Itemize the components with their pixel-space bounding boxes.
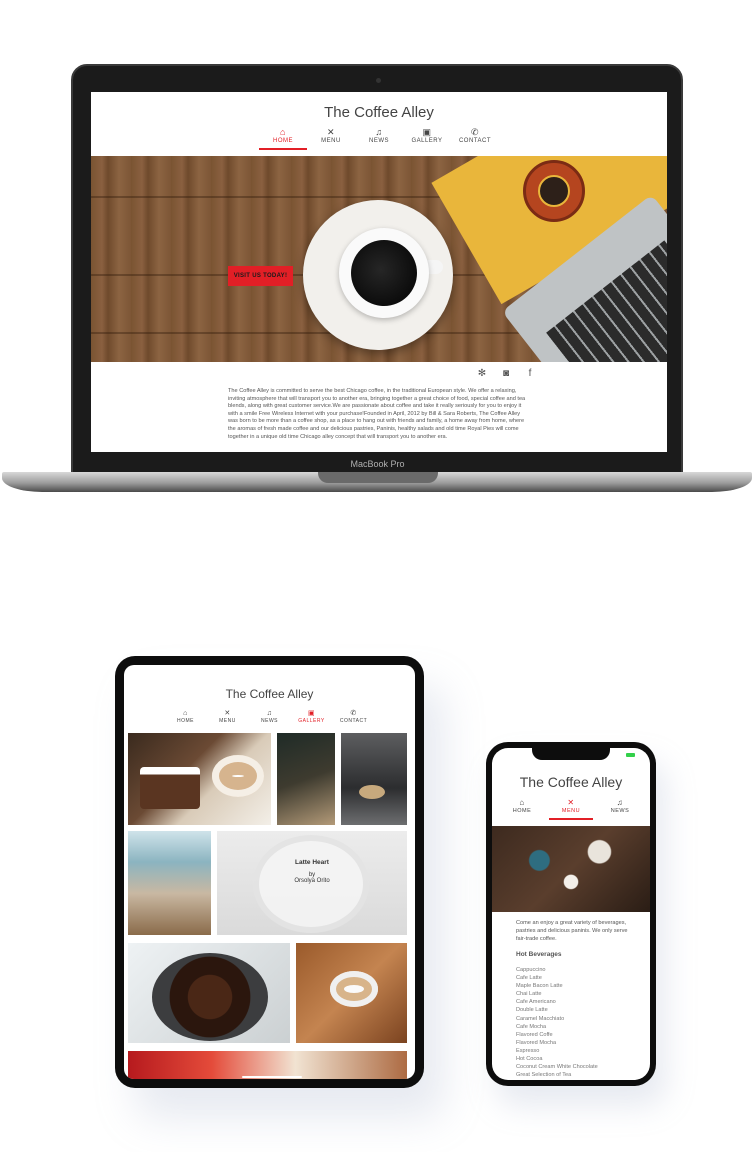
- home-icon: ⌂: [519, 798, 525, 807]
- site-title: The Coffee Alley: [324, 104, 434, 121]
- list-item: Double Latte: [516, 1007, 548, 1014]
- nav-news[interactable]: ♫ NEWS: [355, 127, 403, 150]
- tablet-nav-home-label: HOME: [177, 718, 194, 724]
- tablet-nav-gallery[interactable]: ▣ GALLERY: [291, 709, 333, 728]
- tablet-nav-contact[interactable]: ✆ CONTACT: [333, 709, 375, 728]
- yelp-icon[interactable]: ✻: [475, 368, 489, 379]
- menu-section-heading: Hot Beverages: [516, 951, 562, 958]
- gallery-photo-coffee-grinder[interactable]: [128, 943, 290, 1043]
- tablet-nav-menu[interactable]: ✕ MENU: [207, 709, 249, 728]
- list-item: Espresso: [516, 1047, 540, 1054]
- phone-nav-menu[interactable]: ✕ MENU: [549, 798, 593, 820]
- nav-menu[interactable]: ✕ MENU: [307, 127, 355, 150]
- tablet-frame: The Coffee Alley ⌂ HOME ✕ MENU ♫ NEWS ▣ …: [115, 656, 424, 1088]
- nav-contact-label: CONTACT: [458, 138, 492, 144]
- tablet-nav-news-label: NEWS: [261, 718, 278, 724]
- tablet-nav-gallery-label: GALLERY: [298, 718, 325, 724]
- laptop-base: [2, 472, 752, 492]
- list-item: Great Selection of Tea: [516, 1072, 572, 1079]
- list-item: Cafe Americano: [516, 999, 556, 1006]
- phone-icon: ✆: [470, 127, 480, 137]
- battery-icon: [626, 753, 635, 757]
- utensils-icon: ✕: [567, 798, 575, 807]
- nav-gallery[interactable]: ▣ GALLERY: [403, 127, 451, 150]
- list-item: Caramel Macchiato: [516, 1015, 565, 1022]
- gallery-icon: ▣: [307, 710, 316, 717]
- gallery-photo-latte-heart[interactable]: Latte Heart by Orsolya Orito: [217, 831, 407, 935]
- gallery-caption: Latte Heart by Orsolya Orito: [217, 859, 407, 884]
- caption-title: Latte Heart: [295, 859, 329, 866]
- caption-author: Orsolya Orito: [294, 878, 330, 884]
- list-item: Coconut Cream White Chocolate: [516, 1064, 598, 1071]
- tablet-nav-menu-label: MENU: [219, 718, 236, 724]
- home-icon: ⌂: [183, 710, 188, 717]
- tablet-nav: ⌂ HOME ✕ MENU ♫ NEWS ▣ GALLERY ✆ CONTACT: [124, 709, 415, 728]
- phone-site-title: The Coffee Alley: [519, 774, 623, 790]
- nav-gallery-label: GALLERY: [411, 138, 443, 144]
- list-item: Maple Bacon Latte: [516, 983, 563, 990]
- tablet-nav-contact-label: CONTACT: [339, 718, 368, 724]
- phone-hero-image: [492, 826, 650, 912]
- phone-nav-news[interactable]: ♫ NEWS: [598, 798, 642, 820]
- gallery-photo-sandwich[interactable]: [128, 831, 211, 935]
- list-item: Cafe Latte: [516, 975, 542, 982]
- home-icon: ⌂: [280, 127, 286, 137]
- phone-nav-news-label: NEWS: [610, 808, 630, 814]
- nav-menu-label: MENU: [321, 138, 341, 144]
- nav-news-label: NEWS: [369, 138, 389, 144]
- gallery-photo-barista[interactable]: [128, 1051, 407, 1079]
- bell-icon: ♫: [616, 798, 624, 807]
- home-indicator: [242, 1076, 302, 1078]
- utensils-icon: ✕: [224, 710, 231, 717]
- phone-screen: The Coffee Alley ⌂ HOME ✕ MENU ♫ NEWS Co…: [492, 748, 650, 1080]
- nav-contact[interactable]: ✆ CONTACT: [451, 127, 499, 150]
- gallery-icon: ▣: [422, 127, 432, 137]
- main-nav: ⌂ HOME ✕ MENU ♫ NEWS ▣ GALLERY ✆ CONTACT: [91, 127, 667, 150]
- social-links: ✻ ◙ f: [475, 368, 537, 379]
- list-item: Cafe Mocha: [516, 1023, 547, 1030]
- coffee-decor: [351, 240, 417, 306]
- camera-icon: [376, 78, 381, 83]
- nav-home-label: HOME: [273, 138, 293, 144]
- list-item: Cappuccino: [516, 967, 546, 973]
- phone-nav-menu-label: MENU: [561, 808, 581, 814]
- laptop-screen: The Coffee Alley ⌂ HOME ✕ MENU ♫ NEWS ▣ …: [91, 92, 667, 452]
- tablet-screen: The Coffee Alley ⌂ HOME ✕ MENU ♫ NEWS ▣ …: [124, 665, 415, 1079]
- phone-frame: The Coffee Alley ⌂ HOME ✕ MENU ♫ NEWS Co…: [486, 742, 656, 1086]
- gallery-photo-cappuccino[interactable]: [296, 943, 407, 1043]
- laptop-notch: [318, 472, 438, 483]
- gallery-photo-cake[interactable]: [128, 733, 271, 825]
- laptop-brand-label: MacBook Pro: [350, 459, 405, 469]
- phone-nav-home-label: HOME: [512, 808, 532, 814]
- facebook-icon[interactable]: f: [523, 368, 537, 379]
- nav-home[interactable]: ⌂ HOME: [259, 127, 307, 150]
- instagram-icon[interactable]: ◙: [499, 368, 513, 379]
- phone-notch: [532, 748, 610, 760]
- logo-coaster: [523, 160, 585, 222]
- tablet-nav-home[interactable]: ⌂ HOME: [165, 709, 207, 728]
- utensils-icon: ✕: [326, 127, 336, 137]
- phone-nav: ⌂ HOME ✕ MENU ♫ NEWS: [492, 798, 650, 820]
- list-item: Flavored Mocha: [516, 1039, 557, 1046]
- about-text: The Coffee Alley is committed to serve t…: [228, 388, 526, 440]
- tablet-site-title: The Coffee Alley: [225, 687, 314, 701]
- laptop-frame: The Coffee Alley ⌂ HOME ✕ MENU ♫ NEWS ▣ …: [71, 64, 683, 478]
- gallery-photo-cafe-table[interactable]: [277, 733, 335, 825]
- list-item: Chai Latte: [516, 991, 542, 998]
- hero-image: VISIT US TODAY!: [91, 156, 667, 362]
- bell-icon: ♫: [266, 710, 273, 717]
- menu-intro: Come an enjoy a great variety of beverag…: [516, 920, 628, 942]
- tablet-nav-news[interactable]: ♫ NEWS: [249, 709, 291, 728]
- visit-us-button[interactable]: VISIT US TODAY!: [228, 266, 293, 286]
- bell-icon: ♫: [375, 127, 383, 137]
- phone-nav-home[interactable]: ⌂ HOME: [500, 798, 544, 820]
- gallery-photo-espresso-machine[interactable]: [341, 733, 407, 825]
- list-item: Hot Cocoa: [516, 1056, 543, 1063]
- phone-icon: ✆: [350, 710, 357, 717]
- menu-list: Cappuccino Cafe Latte Maple Bacon Latte …: [516, 966, 598, 1079]
- list-item: Flavored Coffe: [516, 1031, 553, 1038]
